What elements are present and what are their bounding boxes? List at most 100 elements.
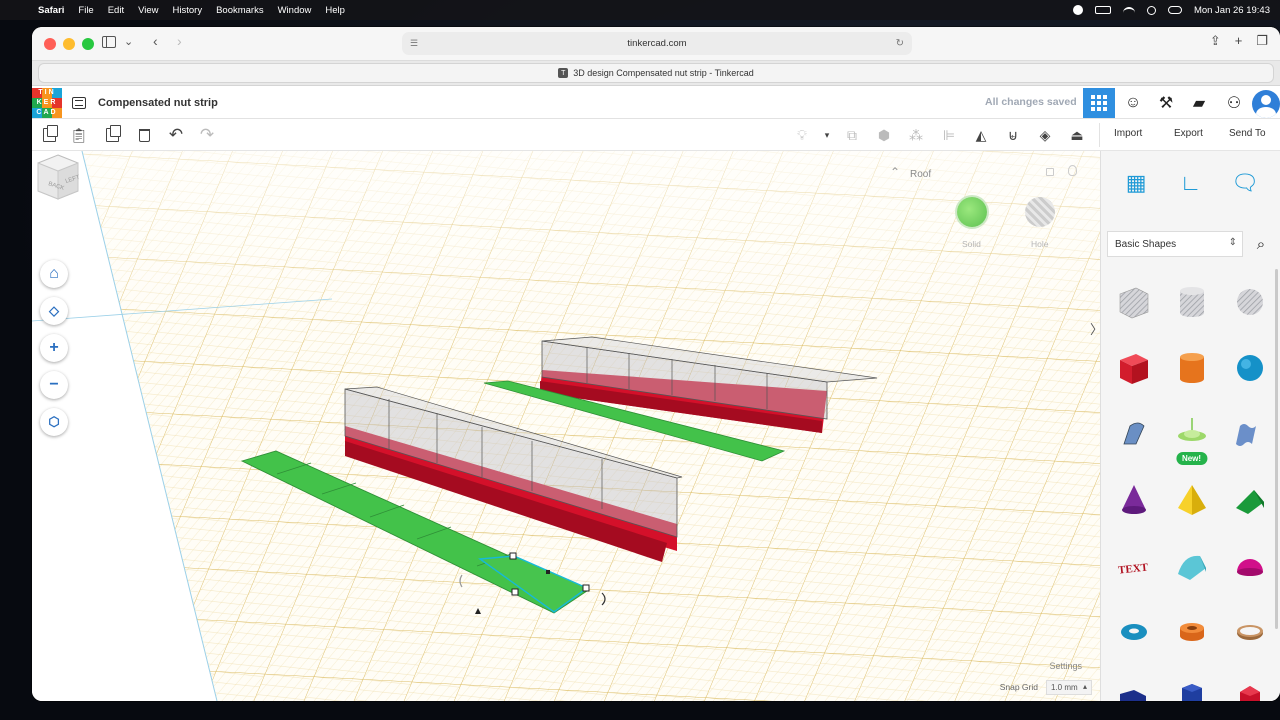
lightbulb-button[interactable]: 💡︎ [793,126,811,144]
menu-file[interactable]: File [78,5,93,16]
workplane-button[interactable]: ◈ [1036,126,1054,144]
minimize-window-button[interactable] [63,37,75,50]
shape-wedge[interactable] [1223,467,1276,533]
ruler-tool-icon[interactable]: ∟ [1176,169,1204,197]
design-list-icon[interactable] [72,96,86,109]
group-icon: ⧉ [847,126,857,143]
zoom-in-button[interactable]: + [40,334,68,362]
design-title[interactable]: Compensated nut strip [98,97,218,109]
active-tab[interactable]: T 3D design Compensated nut strip - Tink… [38,63,1274,83]
magnet-button[interactable]: ⊌ [1004,126,1022,144]
align-button[interactable]: ⊫ [940,126,958,144]
snap-grid-select[interactable]: 1.0 mm [1046,680,1092,695]
menu-edit[interactable]: Edit [108,5,124,16]
shape-roof-new[interactable]: New! [1165,401,1218,467]
menu-window[interactable]: Window [278,5,312,16]
shape-hexagonal-prism[interactable] [1165,665,1218,701]
group-button[interactable]: ⧉ [843,126,861,144]
sim-lab-button[interactable]: ☺ [1117,88,1149,118]
menubar-clock[interactable]: Mon Jan 26 19:43 [1194,5,1270,16]
battery-icon[interactable] [1094,6,1111,14]
panel-scrollbar[interactable] [1275,269,1278,629]
shape-half-sphere[interactable] [1223,533,1276,599]
close-window-button[interactable] [44,37,56,50]
mirror-button[interactable]: ◭ [972,126,990,144]
wifi-icon[interactable] [1122,6,1135,14]
copy-button[interactable] [40,125,58,144]
solid-color-button[interactable] [957,197,987,227]
hole-button[interactable] [1025,197,1055,227]
redo-icon: ↷ [199,125,215,144]
zoom-out-button[interactable]: − [40,371,68,399]
chevron-down-icon[interactable]: ⌄ [124,35,133,48]
3d-view-button[interactable] [1083,88,1115,118]
search-icon[interactable]: ⌕ [1251,234,1271,254]
shape-cylinder[interactable] [1165,335,1218,401]
shape-cylinder-hole[interactable] [1165,269,1218,335]
shape-tube[interactable] [1165,599,1218,665]
lock-icon[interactable] [1046,168,1054,176]
lightbulb-icon: 💡︎ [797,126,807,143]
page-settings-icon[interactable]: ☰ [410,38,418,49]
ungroup-button[interactable]: ⬢ [875,126,893,144]
shape-torus[interactable] [1107,599,1160,665]
spotlight-icon[interactable] [1146,5,1156,15]
control-center-icon[interactable] [1167,6,1182,14]
shape-sphere[interactable] [1223,335,1276,401]
blocks-button[interactable]: ⚒ [1150,88,1182,118]
menu-safari[interactable]: Safari [38,5,64,16]
reload-icon[interactable]: ↻ [896,38,904,49]
shape-tiny-letters[interactable] [1223,401,1276,467]
redo-button[interactable]: ↷ [198,125,216,144]
shape-sphere-hole[interactable] [1223,269,1276,335]
fit-view-button[interactable]: ◇ [40,297,68,325]
paste-button[interactable]: 📋︎ [70,126,88,144]
shape-polygon-prism[interactable] [1107,665,1160,701]
menu-bookmarks[interactable]: Bookmarks [216,5,264,16]
settings-link[interactable]: Settings [1049,661,1082,671]
workplane-tool-icon[interactable]: ▦ [1122,169,1150,197]
shape-scribble[interactable] [1107,401,1160,467]
forward-icon[interactable]: › [177,33,182,49]
shape-library-select[interactable]: Basic Shapes [1107,231,1243,257]
send-to-button[interactable]: Send To [1229,128,1266,139]
new-tab-icon[interactable]: + [1235,33,1243,49]
menu-help[interactable]: Help [325,5,345,16]
shape-text[interactable]: TEXT [1107,533,1160,599]
shape-half-cylinder[interactable] [1165,533,1218,599]
cruise-button[interactable]: ⁂ [907,126,925,144]
menu-view[interactable]: View [138,5,158,16]
lightbulb-dropdown[interactable]: ▾ [818,126,836,144]
shape-gem[interactable] [1223,665,1276,701]
back-icon[interactable]: ‹ [153,33,158,49]
zoom-window-button[interactable] [82,37,94,50]
shape-ring[interactable] [1223,599,1276,665]
menu-history[interactable]: History [173,5,203,16]
shape-cone[interactable] [1107,467,1160,533]
shape-box[interactable] [1107,335,1160,401]
address-bar[interactable]: ☰ tinkercad.com ↻ [402,32,912,55]
export-button[interactable]: Export [1174,128,1203,139]
collapse-inspector-icon[interactable]: ⌃ [890,165,900,179]
sidebar-toggle-icon[interactable] [102,36,116,48]
undo-button[interactable]: ↶ [167,125,185,144]
shape-pyramid[interactable] [1165,467,1218,533]
duplicate-button[interactable] [103,125,121,144]
home-view-button[interactable]: ⌂ [40,260,68,288]
notes-tool-icon[interactable]: 🗨︎ [1231,169,1259,197]
screen-record-icon[interactable] [1072,5,1083,15]
import-button[interactable]: Import [1114,128,1142,139]
height-handle [546,570,550,574]
ruler-button[interactable]: ⏏ [1068,126,1086,144]
shape-box-hole[interactable] [1107,269,1160,335]
tinkercad-logo[interactable]: TIN KER CAD [32,87,62,118]
invite-button[interactable]: ⚇ [1218,88,1250,118]
delete-button[interactable] [135,126,153,144]
visibility-bulb-icon[interactable] [1068,165,1077,176]
user-avatar[interactable] [1252,90,1280,118]
lessons-button[interactable]: ▰ [1183,88,1215,118]
view-cube[interactable]: BACK LEFT [32,151,84,203]
share-icon[interactable]: ⇪ [1210,33,1221,49]
projection-button[interactable]: ⬡ [40,408,68,436]
tab-overview-icon[interactable]: ❐ [1256,33,1268,49]
